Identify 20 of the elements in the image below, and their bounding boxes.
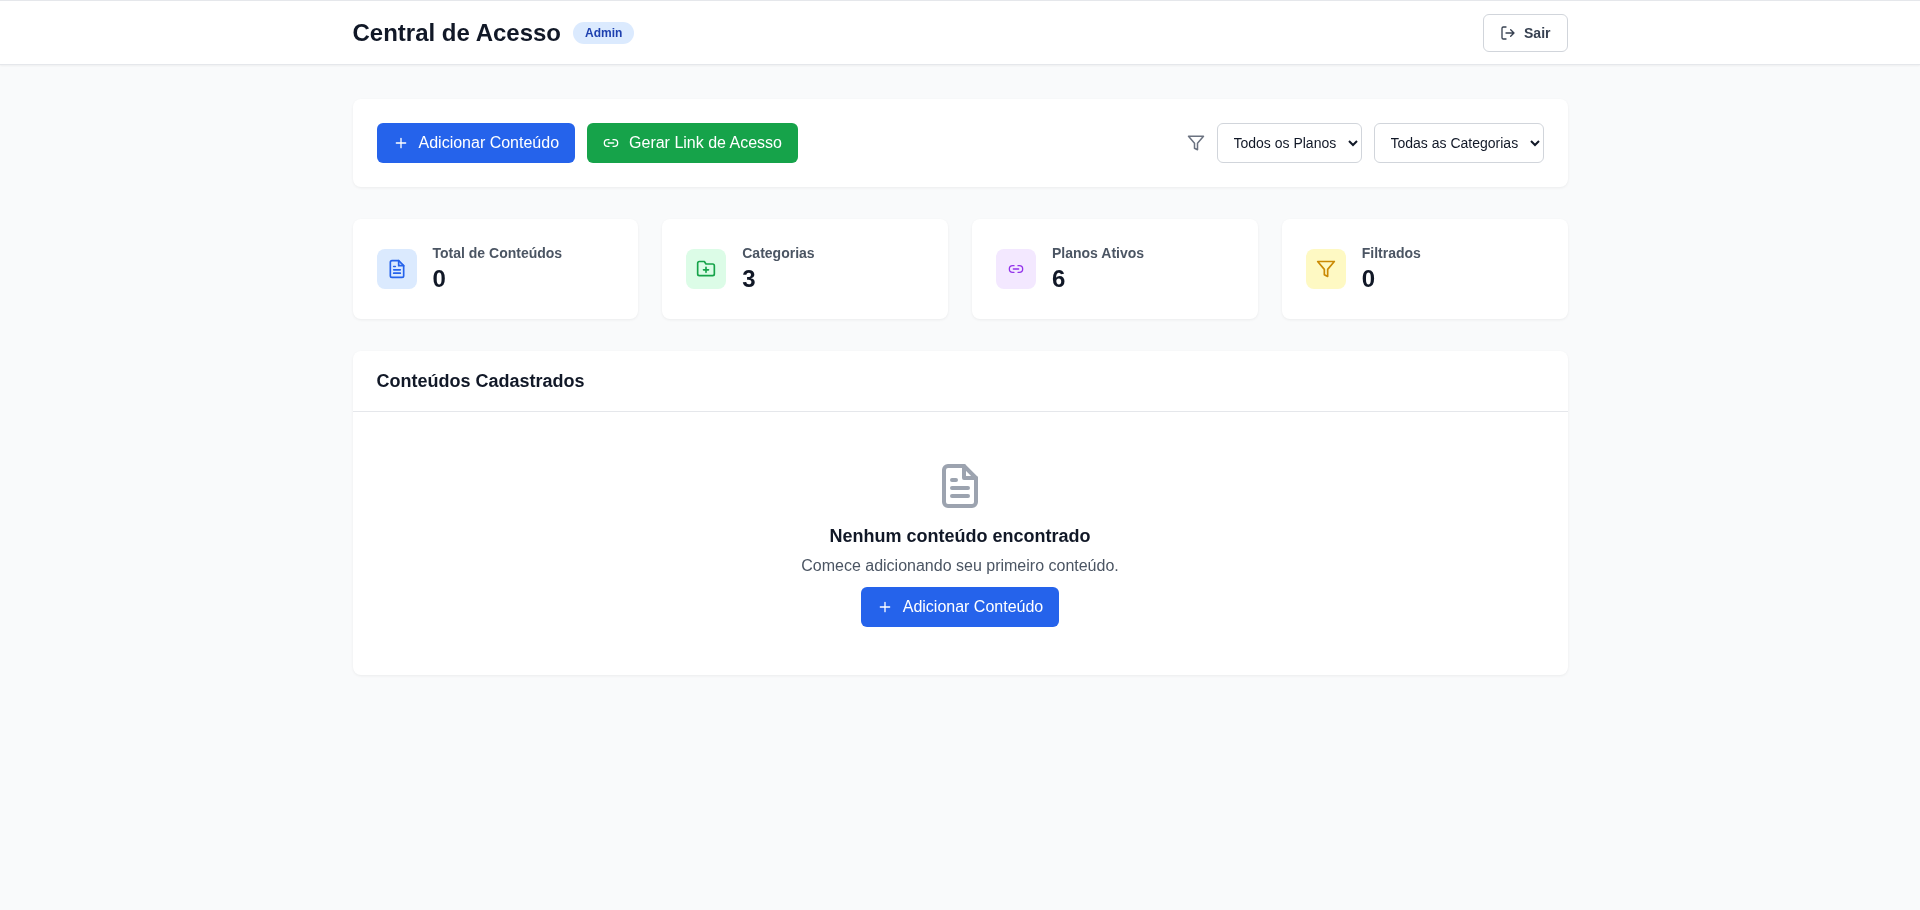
empty-state-message: Comece adicionando seu primeiro conteúdo.: [801, 557, 1119, 575]
stat-label: Planos Ativos: [1052, 245, 1145, 261]
page-title: Central de Acesso: [352, 18, 562, 47]
stat-value: 3: [742, 265, 757, 293]
category-filter-select[interactable]: Todas as Categorias: [1373, 123, 1544, 163]
stat-label: Total de Conteúdos: [432, 245, 563, 261]
stat-value: 6: [1052, 265, 1067, 293]
add-content-button[interactable]: Adicionar Conteúdo: [376, 123, 576, 163]
section-title: Conteúdos Cadastrados: [376, 370, 585, 392]
logout-icon: [1500, 24, 1517, 41]
stat-value: 0: [1361, 265, 1377, 293]
add-content-button[interactable]: Adicionar Conteúdo: [860, 587, 1060, 627]
stat-label: Filtrados: [1361, 245, 1421, 261]
stat-value: 0: [432, 265, 447, 293]
role-badge: Admin: [573, 21, 635, 44]
plan-filter-select[interactable]: Todos os Planos: [1216, 123, 1362, 163]
empty-state-title: Nenhum conteúdo encontrado: [829, 526, 1091, 547]
stat-label: Categorias: [742, 245, 815, 261]
logout-button[interactable]: Sair: [1483, 13, 1568, 52]
filter-icon: [1186, 134, 1205, 152]
